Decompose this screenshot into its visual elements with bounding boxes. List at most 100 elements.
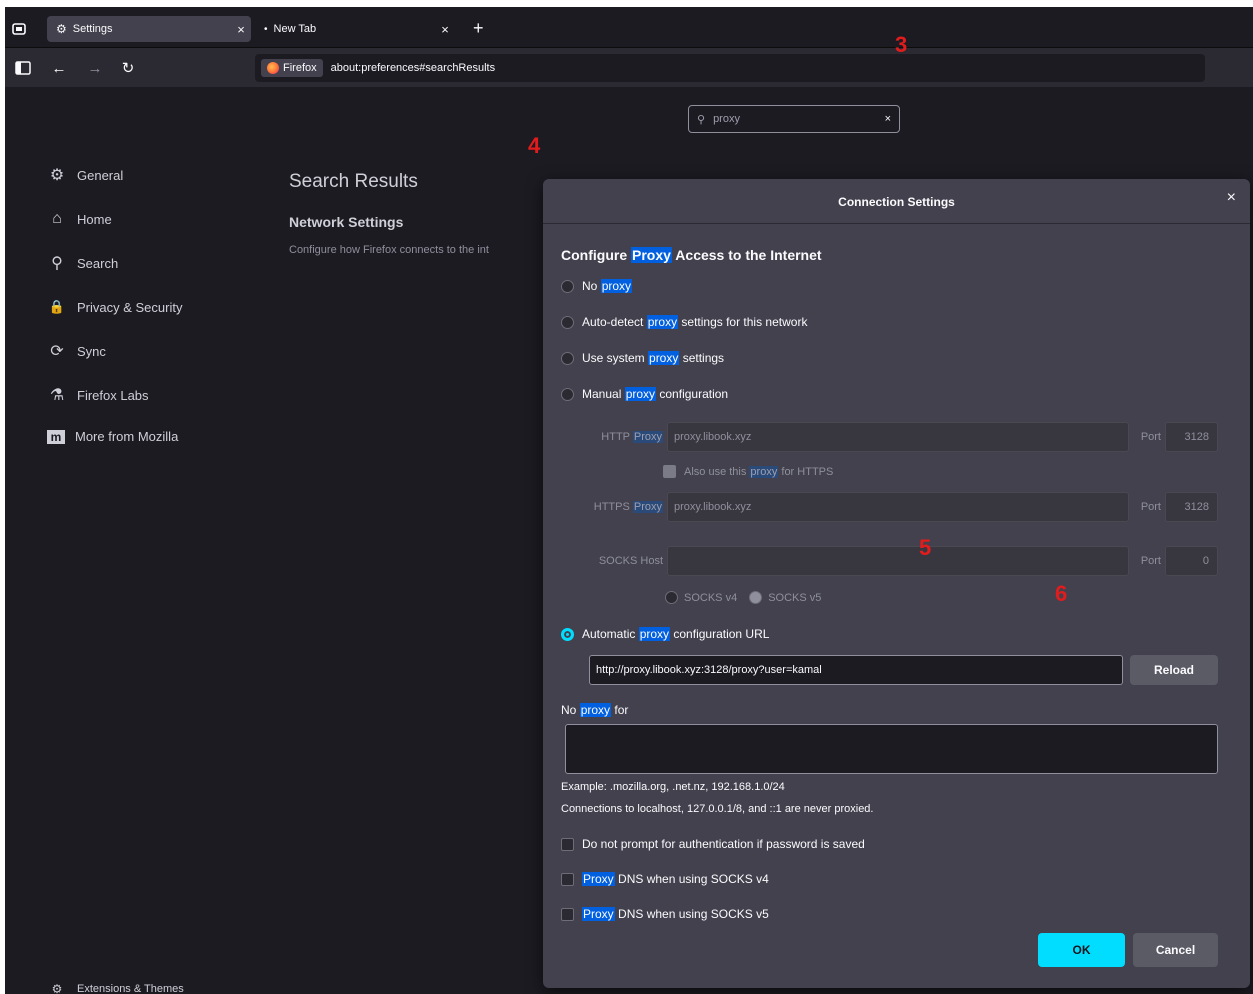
https-proxy-input[interactable]: proxy.libook.xyz [667,492,1129,522]
gear-icon: ⚙ [56,22,67,36]
sidebar-item-label: Home [77,211,112,227]
labs-icon: ⚗ [49,387,65,404]
annotation-4: 4 [528,133,541,158]
http-proxy-label: HTTP Proxy [601,431,663,443]
new-tab-button[interactable]: + [473,19,484,37]
search-preferences-input[interactable]: ⚲ proxy × [688,105,900,133]
checkbox-no-prompt-auth[interactable]: Do not prompt for authentication if pass… [561,837,865,851]
checkbox[interactable] [561,872,574,886]
browser-window: ⚙ Settings × • New Tab × + ← → ↻ Firefox… [5,7,1253,994]
checkbox-also-https[interactable]: Also use this proxy for HTTPS [663,465,833,478]
tab-settings[interactable]: ⚙ Settings × [47,16,251,42]
socks-version-group: SOCKS v4 SOCKS v5 [665,591,821,604]
configure-proxy-heading: Configure Proxy Access to the Internet [561,247,822,263]
radio-label: Use system proxy settings [582,351,725,365]
tab-label: New Tab [273,23,317,35]
connection-settings-dialog: Connection Settings × Configure Proxy Ac… [543,179,1250,988]
close-tab-icon[interactable]: × [435,22,455,37]
radio-automatic-proxy-url[interactable]: Automatic proxy configuration URL [561,627,769,641]
tab-new-tab[interactable]: • New Tab × [255,16,455,42]
sync-icon: ⟳ [50,343,64,360]
localhost-note: Connections to localhost, 127.0.0.1/8, a… [561,803,874,815]
radio-no-proxy[interactable]: No proxy [561,279,633,293]
radio-socks-v4[interactable] [665,591,678,604]
sidebar-item-extensions-themes[interactable]: ⚙ Extensions & Themes [47,979,184,994]
radio-button[interactable] [561,351,574,365]
sidebar-item-general[interactable]: ⚙ General [47,165,123,185]
close-tab-icon[interactable]: × [231,22,251,37]
home-icon: ⌂ [52,210,62,227]
radio-button[interactable] [561,279,574,293]
annotation-5: 5 [919,535,932,560]
sidebar-item-label: Sync [77,343,106,359]
url-text: about:preferences#searchResults [330,62,496,74]
example-text: Example: .mozilla.org, .net.nz, 192.168.… [561,781,785,793]
pac-url-input[interactable]: http://proxy.libook.xyz:3128/proxy?user=… [589,655,1123,685]
radio-button[interactable] [561,387,574,401]
checkbox[interactable] [561,907,574,921]
radio-socks-v5[interactable] [749,591,763,604]
reload-icon[interactable]: ↻ [118,58,138,78]
radio-system-proxy[interactable]: Use system proxy settings [561,351,724,365]
sidebar-item-firefox-labs[interactable]: ⚗ Firefox Labs [47,385,149,405]
puzzle-icon: ⚙ [51,982,63,994]
https-port-input[interactable]: 3128 [1165,492,1218,522]
radio-auto-detect[interactable]: Auto-detect proxy settings for this netw… [561,315,807,329]
search-icon: ⚲ [51,255,63,272]
checkbox-label: Proxy DNS when using SOCKS v4 [582,872,769,886]
checkbox[interactable] [663,465,676,478]
sidebar-item-label: More from Mozilla [75,429,179,444]
radio-button[interactable] [561,315,574,329]
socks-host-label: SOCKS Host [598,555,663,567]
tab-strip: ⚙ Settings × • New Tab × + [5,7,1253,47]
back-arrow-icon[interactable]: ← [49,58,69,78]
reload-button[interactable]: Reload [1130,655,1218,685]
http-proxy-input[interactable]: proxy.libook.xyz [667,422,1129,452]
clear-search-icon[interactable]: × [885,113,891,125]
http-port-label: Port [1140,431,1161,443]
https-port-label: Port [1140,501,1161,513]
heading-text: Access to the Internet [671,247,822,263]
cancel-button[interactable]: Cancel [1133,933,1218,967]
radio-label: Auto-detect proxy settings for this netw… [582,315,808,329]
checkbox[interactable] [561,837,574,851]
url-bar[interactable]: Firefox about:preferences#searchResults [255,54,1205,82]
sidebar-item-label: Search [77,255,119,271]
firefox-chip-label: Firefox [283,62,317,74]
socks-port-label: Port [1140,555,1161,567]
checkbox-proxy-dns-v4[interactable]: Proxy DNS when using SOCKS v4 [561,872,769,886]
sidebar-item-privacy[interactable]: 🔒 Privacy & Security [47,297,183,317]
sidebar-item-sync[interactable]: ⟳ Sync [47,341,106,361]
sidebar-item-home[interactable]: ⌂ Home [47,209,112,229]
radio-label: No proxy [582,279,633,293]
no-proxy-for-label: No proxy for [561,703,629,717]
firefox-identity-chip[interactable]: Firefox [261,59,323,77]
socks-host-input[interactable] [667,546,1129,576]
heading-highlight: Proxy [631,247,672,263]
radio-label: Automatic proxy configuration URL [582,627,770,641]
tab-label: Settings [72,23,113,35]
checkbox-proxy-dns-v5[interactable]: Proxy DNS when using SOCKS v5 [561,907,769,921]
section-title: Network Settings [289,214,404,230]
sidebar-item-label: Extensions & Themes [77,983,184,994]
checkbox-label: Proxy DNS when using SOCKS v5 [582,907,769,921]
gear-icon: ⚙ [49,167,65,184]
radio-manual-proxy[interactable]: Manual proxy configuration [561,387,728,401]
mozilla-icon: m [47,429,65,444]
radio-button[interactable] [561,627,574,641]
forward-arrow-icon[interactable]: → [85,58,105,78]
no-proxy-for-input[interactable] [565,724,1218,774]
ok-button[interactable]: OK [1038,933,1125,967]
sidebar-item-more-from-mozilla[interactable]: m More from Mozilla [47,429,178,444]
tab-list-icon[interactable] [11,21,27,37]
annotation-3: 3 [895,32,908,57]
socks-port-input[interactable]: 0 [1165,546,1218,576]
radio-label: SOCKS v4 [684,591,738,604]
sidebar-item-search[interactable]: ⚲ Search [47,253,118,273]
http-port-input[interactable]: 3128 [1165,422,1218,452]
close-icon[interactable]: × [1227,189,1236,207]
sidebar-toggle-icon[interactable] [13,58,33,78]
page-title: Search Results [289,171,418,192]
checkbox-label: Also use this proxy for HTTPS [684,465,834,478]
dot-icon: • [264,23,268,35]
